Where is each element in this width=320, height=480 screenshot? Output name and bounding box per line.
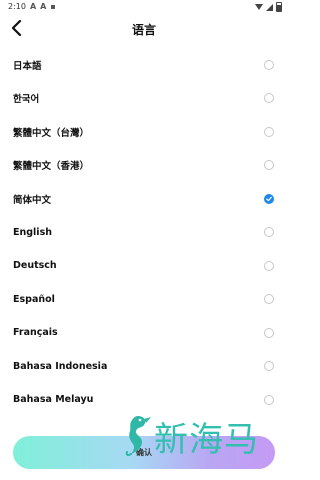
status-bar: 2:10 A A ▪ (0, 0, 288, 14)
language-option-label: Bahasa Indonesia (13, 360, 108, 372)
language-option-label: English (13, 226, 52, 238)
radio-unchecked-icon[interactable] (264, 361, 274, 372)
radio-unchecked-icon[interactable] (264, 227, 274, 238)
status-left: 2:10 A A ▪ (8, 2, 56, 11)
language-option-label: 繁體中文（香港） (13, 161, 90, 173)
notification-square-icon: ▪ (50, 2, 56, 11)
language-option[interactable]: 简体中文 (0, 182, 288, 216)
confirm-button[interactable]: 确认 (13, 436, 275, 469)
radio-unchecked-icon[interactable] (264, 260, 274, 271)
notification-a-icon: A (40, 2, 47, 11)
language-option[interactable]: Español (0, 283, 288, 317)
page-title: 语言 (131, 23, 156, 37)
notification-a-icon: A (29, 2, 37, 11)
radio-checked-icon[interactable] (264, 193, 274, 204)
radio-unchecked-icon[interactable] (264, 59, 274, 70)
language-option-label: Deutsch (13, 260, 57, 272)
language-option-label: Español (13, 293, 55, 305)
radio-unchecked-icon[interactable] (264, 160, 274, 171)
radio-unchecked-icon[interactable] (264, 126, 274, 137)
language-option-label: 日本語 (13, 60, 42, 72)
language-list: 日本語 한국어 繁體中文（台灣） 繁體中文（香港） 简体中文 English Deutsch… (0, 48, 288, 417)
battery-icon (276, 2, 282, 12)
language-option[interactable]: Deutsch (0, 249, 288, 283)
status-right (255, 2, 282, 12)
wifi-icon (255, 4, 263, 10)
language-option-label: Français (13, 327, 58, 339)
header: 语言 (0, 14, 288, 44)
radio-unchecked-icon[interactable] (264, 93, 274, 104)
language-option[interactable]: 한국어 (0, 82, 288, 116)
language-option[interactable]: 繁體中文（台灣） (0, 115, 288, 149)
language-option[interactable]: Bahasa Indonesia (0, 350, 288, 384)
language-option[interactable]: 繁體中文（香港） (0, 149, 288, 183)
language-option[interactable]: Bahasa Melayu (0, 383, 288, 417)
language-option[interactable]: English (0, 216, 288, 250)
language-option-label: 繁體中文（台灣） (13, 127, 90, 139)
status-time: 2:10 (8, 2, 26, 11)
radio-unchecked-icon[interactable] (264, 327, 274, 338)
radio-unchecked-icon[interactable] (264, 394, 274, 405)
language-option-label: 한국어 (13, 94, 40, 106)
language-option[interactable]: Français (0, 316, 288, 350)
signal-icon (266, 3, 273, 11)
radio-unchecked-icon[interactable] (264, 294, 274, 305)
language-option[interactable]: 日本語 (0, 48, 288, 82)
language-option-label: Bahasa Melayu (13, 394, 94, 406)
checkmark-icon (266, 196, 272, 201)
confirm-button-label: 确认 (136, 448, 152, 457)
language-option-label: 简体中文 (13, 194, 52, 206)
